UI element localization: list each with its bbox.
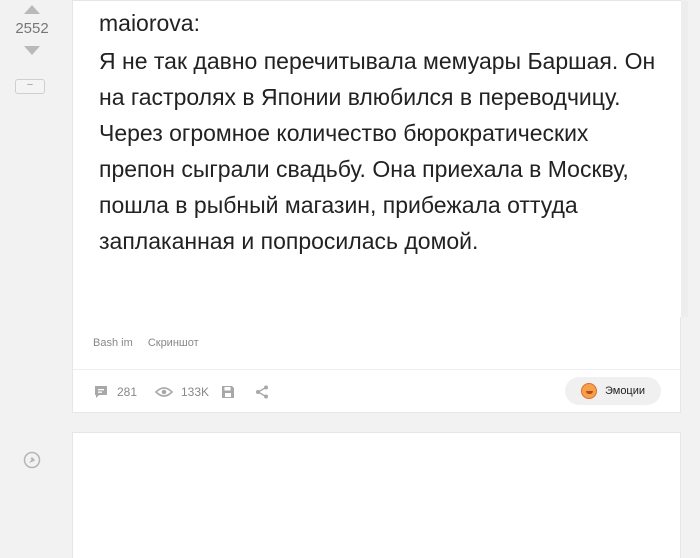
speech-bubble-icon [93, 384, 109, 400]
vote-rail: 2552 − [0, 0, 64, 558]
pin-icon[interactable] [23, 451, 41, 469]
views-count: 133K [181, 385, 210, 399]
tag-screenshot[interactable]: Скриншот [148, 337, 199, 349]
share-button[interactable] [255, 381, 269, 403]
smiling-face-icon [580, 383, 597, 399]
emotions-label: Эмоции [604, 385, 646, 397]
post-content: maiorova: Я не так давно перечитывала ме… [73, 1, 682, 317]
next-post-card [72, 432, 681, 558]
page: 2552 − maiorova: Я не так давно перечиты… [0, 0, 700, 558]
views-counter: 133K [155, 381, 209, 403]
content-scrollbar[interactable] [681, 1, 688, 317]
share-icon [255, 385, 269, 399]
collapse-button[interactable]: − [15, 79, 45, 94]
upvote-icon[interactable] [24, 5, 40, 14]
post-tags: Bash im Скриншот [93, 337, 211, 349]
comments-button[interactable]: 281 [93, 381, 137, 403]
post-text: Я не так давно перечитывала мемуары Барш… [99, 48, 656, 254]
comments-count: 281 [117, 385, 138, 399]
tag-bash-im[interactable]: Bash im [93, 337, 133, 349]
post-rating: 2552 [15, 20, 49, 37]
eye-icon [155, 386, 173, 398]
downvote-icon[interactable] [24, 46, 40, 55]
footer-divider [73, 369, 682, 370]
save-button[interactable] [221, 381, 235, 403]
emotions-button[interactable]: Эмоции [565, 377, 661, 405]
post-card: maiorova: Я не так давно перечитывала ме… [72, 0, 688, 413]
post-author[interactable]: maiorova: [99, 10, 200, 36]
floppy-disk-icon [221, 385, 235, 399]
